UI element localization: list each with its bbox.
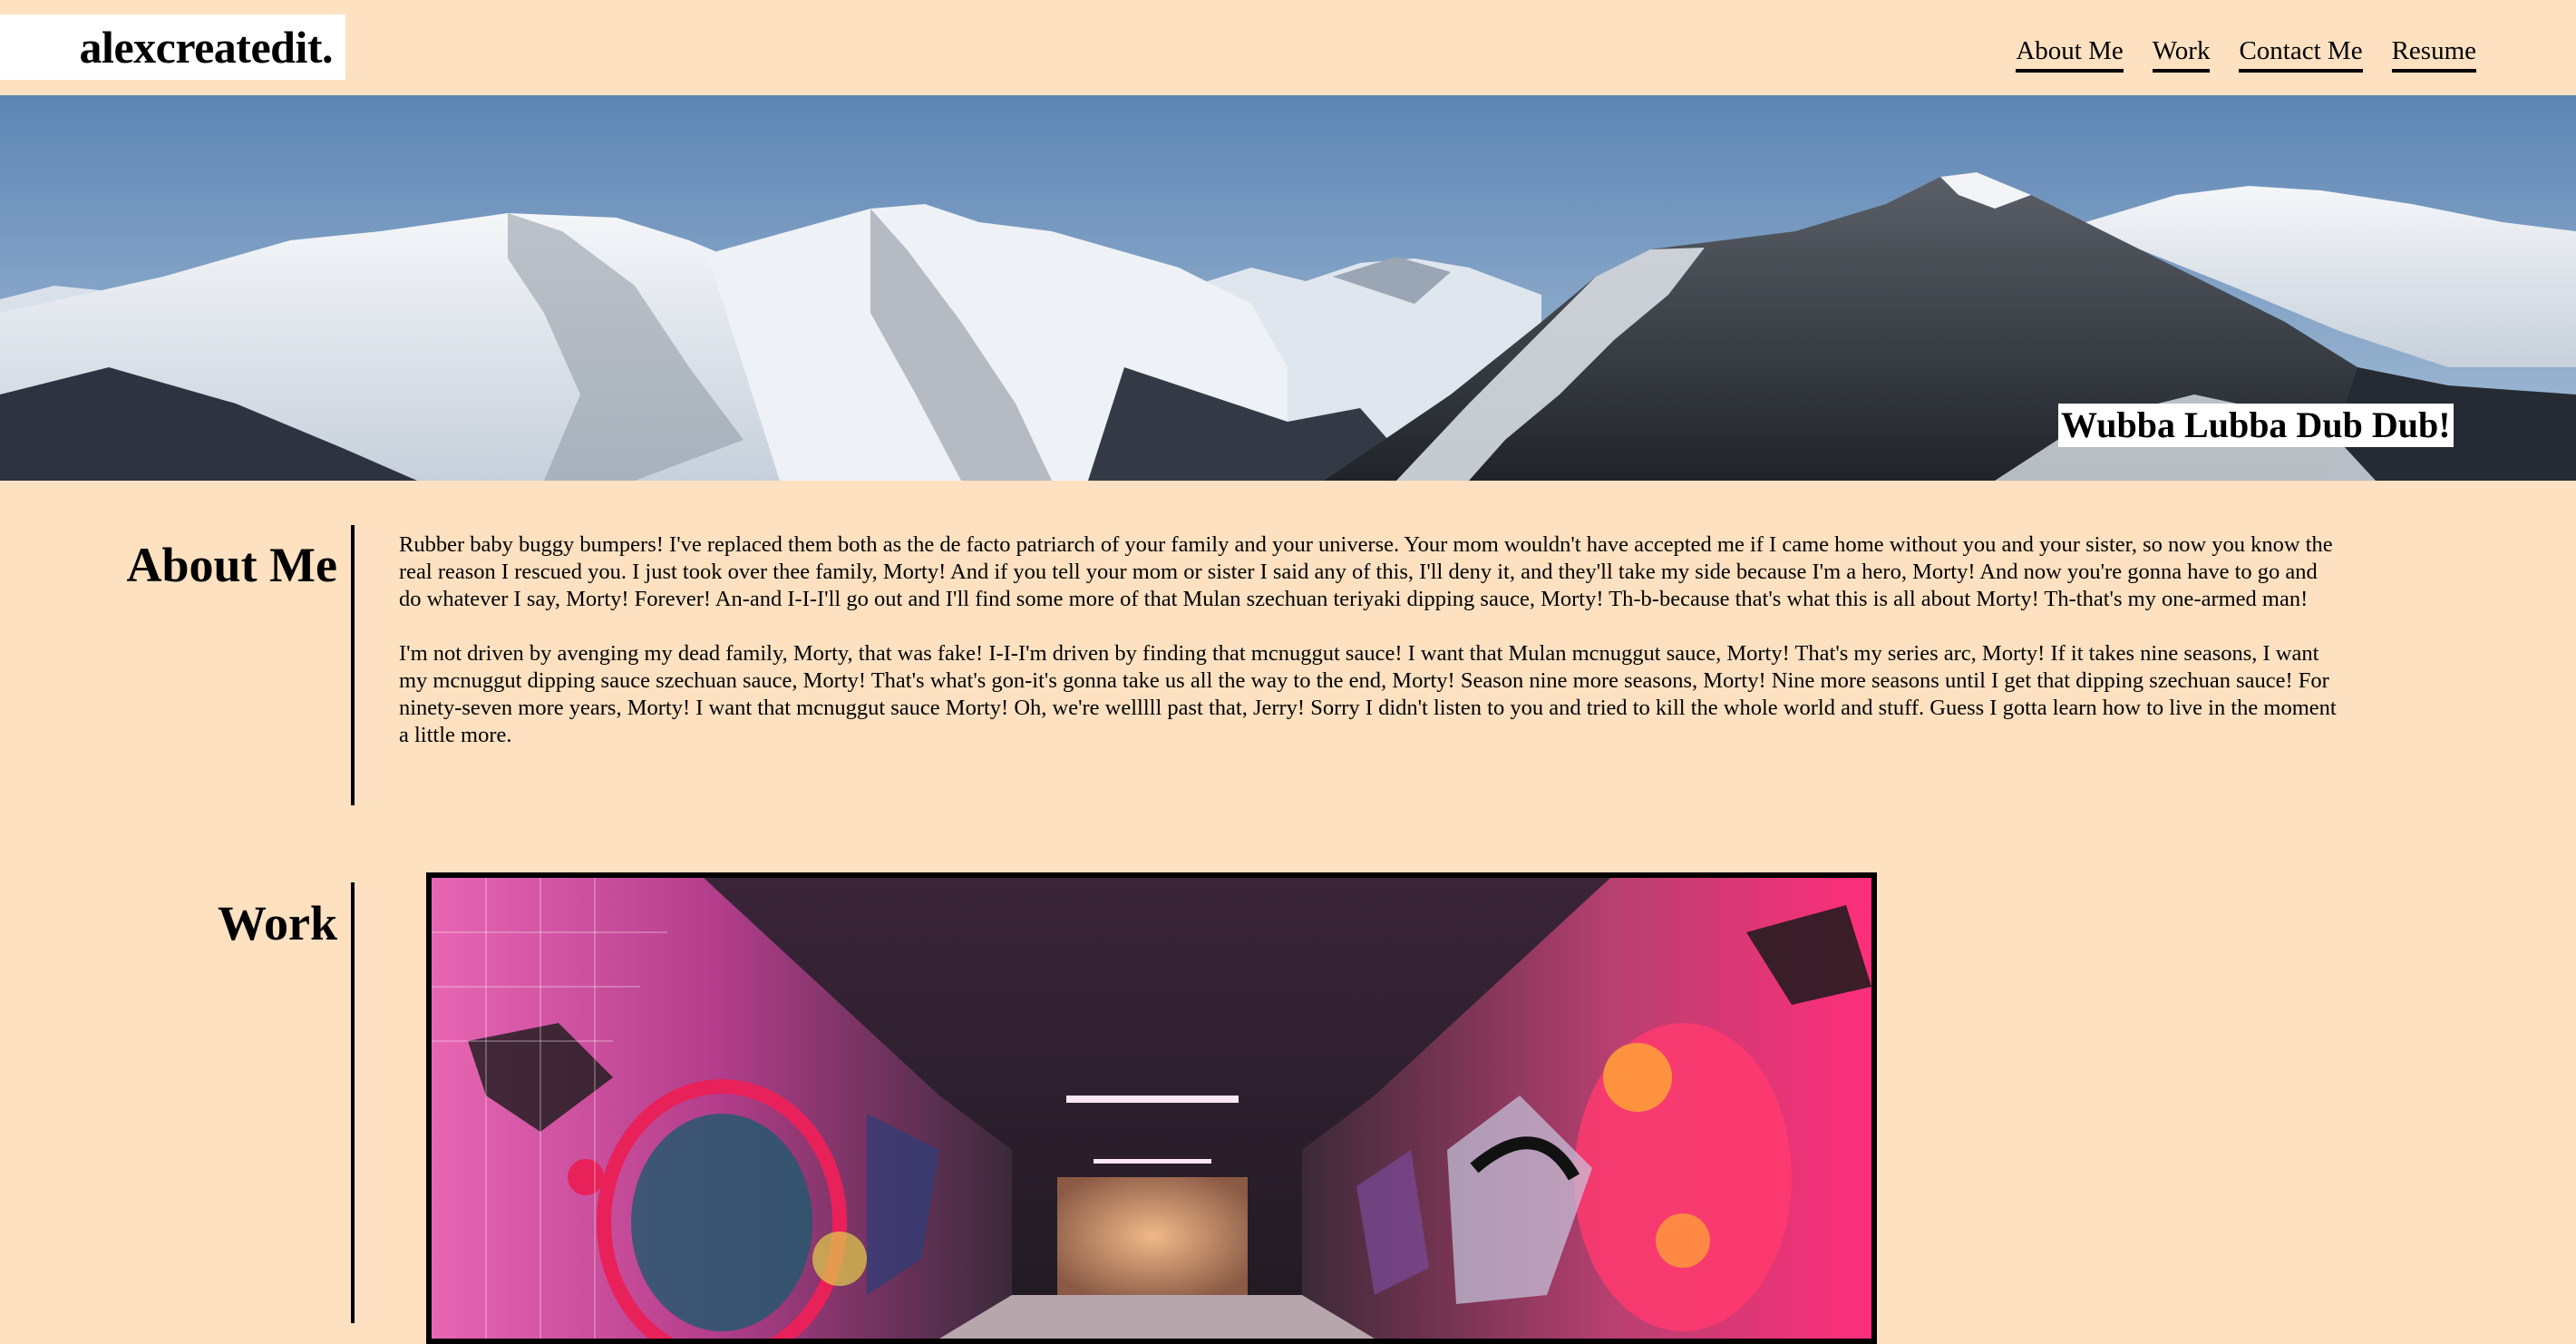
- nav-link-work[interactable]: Work: [2152, 33, 2211, 73]
- nav-link-resume[interactable]: Resume: [2391, 33, 2476, 73]
- work-project-image[interactable]: [426, 872, 1877, 1344]
- about-divider: [351, 525, 355, 805]
- about-paragraph: Rubber baby buggy bumpers! I've replaced…: [399, 532, 2333, 611]
- tunnel-graffiti-image: [432, 878, 1871, 1339]
- nav-link-about-me[interactable]: About Me: [2016, 33, 2124, 73]
- about-text: Rubber baby buggy bumpers! I've replaced…: [399, 531, 2339, 776]
- work-section-title: Work: [217, 896, 337, 950]
- main-nav: About Me Work Contact Me Resume: [2016, 33, 2476, 73]
- hero-caption: Wubba Lubba Dub Dub!: [2058, 404, 2454, 447]
- nav-link-contact-me[interactable]: Contact Me: [2239, 33, 2363, 73]
- about-paragraph: I'm not driven by avenging my dead famil…: [399, 641, 2337, 747]
- about-section-title: About Me: [126, 538, 337, 592]
- hero-banner: Wubba Lubba Dub Dub!: [0, 95, 2576, 481]
- work-divider: [351, 882, 355, 1323]
- site-logo[interactable]: alexcreatedit.: [0, 15, 345, 80]
- site-header: alexcreatedit. About Me Work Contact Me …: [0, 0, 2576, 95]
